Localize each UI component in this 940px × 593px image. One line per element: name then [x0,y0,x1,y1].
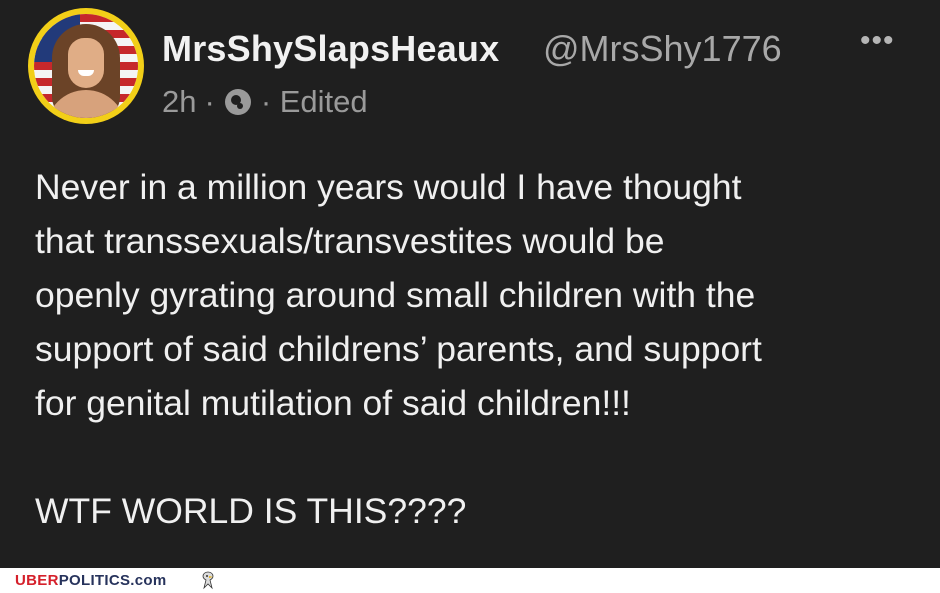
brand-uber: UBER [15,572,59,589]
more-options-icon[interactable]: ••• [860,26,895,56]
globe-icon [224,89,251,115]
timestamp: 2h [162,84,197,119]
post-body: Never in a million years would I have th… [35,160,920,538]
display-name[interactable]: MrsShySlapsHeaux [162,28,499,70]
eagle-icon [202,571,214,590]
post-card: MrsShySlapsHeaux @MrsShy1776 ••• 2h · · … [0,0,940,568]
face-shape [68,38,104,88]
brand-politics: POLITICS.com [58,572,167,589]
post-paragraph: WTF WORLD IS THIS???? [35,491,467,531]
post-meta: 2h · · Edited [162,84,368,120]
watermark-footer: UBERPOLITICS.com [0,568,940,593]
meta-separator: · [204,84,215,119]
edited-label: · Edited [260,84,368,119]
post-paragraph: Never in a million years would I have th… [35,167,762,423]
avatar[interactable] [28,8,144,124]
brand-logo[interactable]: UBERPOLITICS.com [15,572,166,589]
user-handle[interactable]: @MrsShy1776 [543,28,782,70]
avatar-photo [34,14,138,118]
